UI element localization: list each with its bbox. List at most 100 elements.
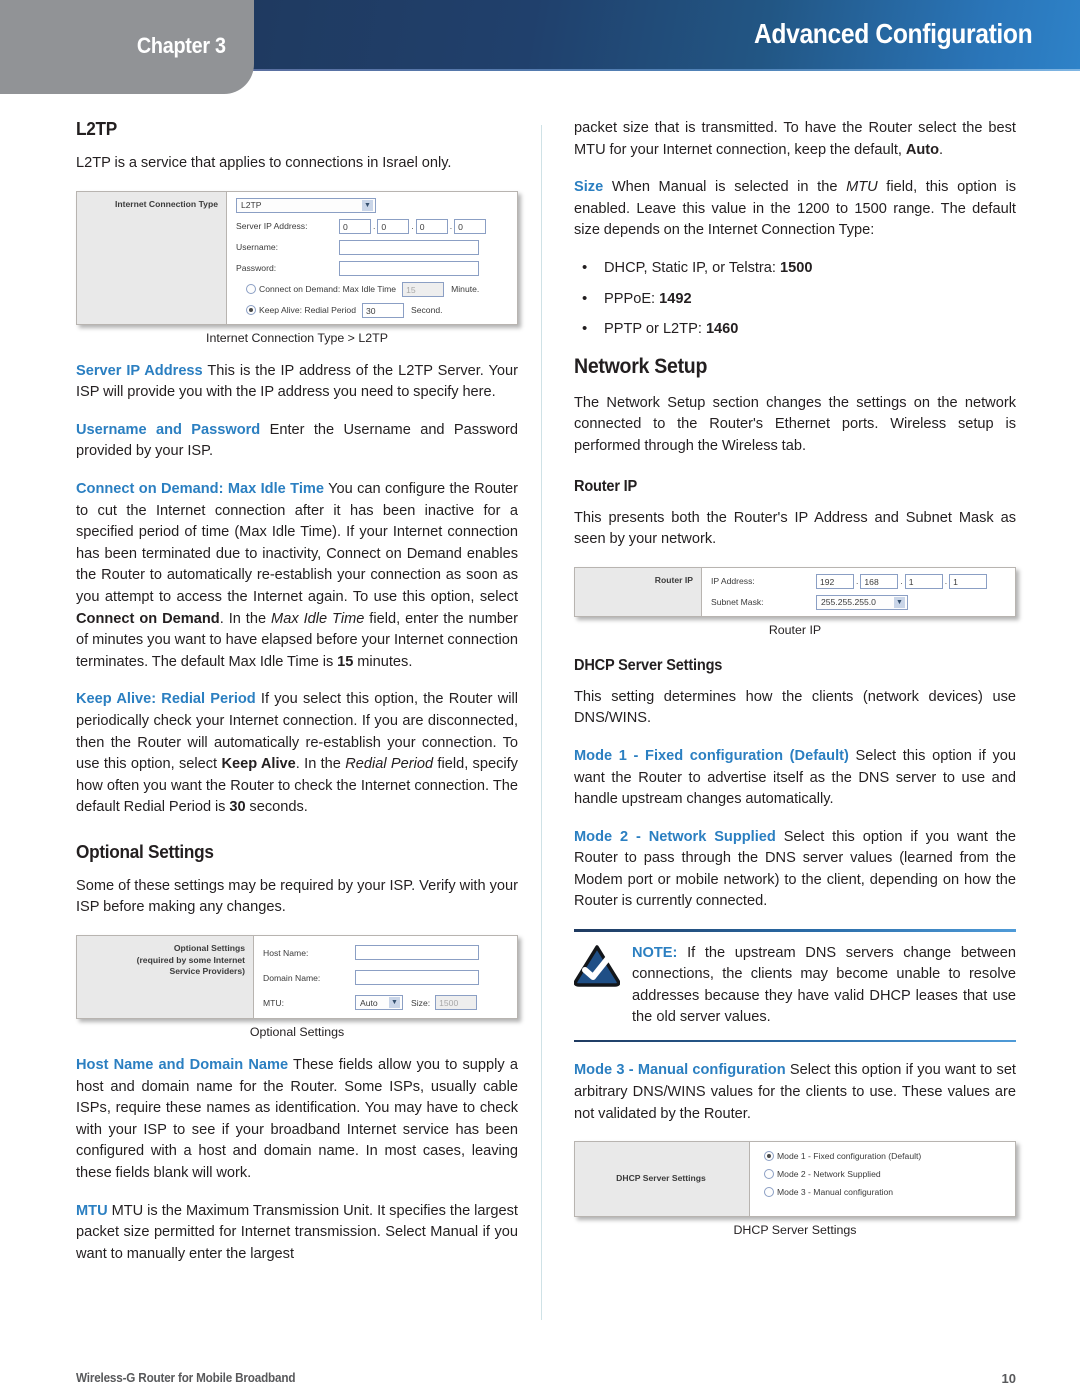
caption-l2tp: Internet Connection Type > L2TP [206,330,388,345]
bold-default-idle: 15 [337,653,354,670]
mtu-value: Auto [360,997,378,1008]
keep-alive-radio[interactable] [246,305,256,316]
caption-dhcp-server-settings: DHCP Server Settings [733,1223,857,1238]
size-input[interactable]: 1500 [435,995,478,1011]
note-keyword: NOTE: [632,944,678,961]
l2tp-panel-label-cell: Internet Connection Type [77,191,227,324]
connect-on-demand-label: Connect on Demand: Max Idle Time [259,284,397,295]
lead-mode3: Mode 3 - Manual configuration [574,1062,786,1079]
paragraph-server-ip: Server IP Address This is the IP address… [76,361,518,404]
paragraph-optional-intro: Some of these settings may be required b… [76,877,518,916]
server-ip-octet-4[interactable]: 0 [454,218,487,234]
paragraph-network-setup-intro: The Network Setup section changes the se… [574,394,1016,454]
dhcp-panel-label: DHCP Server Settings [616,1173,706,1184]
server-ip-octet-1[interactable]: 0 [339,218,371,234]
optional-panel-label-line1: Optional Settings [173,943,245,954]
note-text: NOTE: If the upstream DNS servers change… [632,943,1016,1029]
chapter-tab: Chapter 3 [0,0,254,94]
paragraph-username-password: Username and Password Enter the Username… [76,420,518,463]
bold-keep-alive: Keep Alive [221,756,296,773]
host-name-row: Host Name: [263,945,509,961]
heading-network-setup: Network Setup [574,354,708,378]
mtu-row: MTU: Auto ▼ Size: 1500 [263,995,509,1011]
bold-default-redial: 30 [229,799,246,816]
caption-optional-settings: Optional Settings [249,1025,345,1040]
mode-1-radio[interactable] [764,1151,774,1162]
max-idle-time-unit: Minute. [451,284,480,295]
heading-optional-settings: Optional Settings [76,840,214,862]
screenshot-dhcp-server-settings: DHCP Server Settings Mode 1 - Fixed conf… [574,1141,1016,1218]
server-ip-octet-3[interactable]: 0 [415,218,448,234]
optional-panel-label-line3: Service Providers) [169,966,245,977]
server-ip-label: Server IP Address: [236,221,308,232]
password-label: Password: [236,263,277,274]
mode-3-label: Mode 3 - Manual configuration [777,1187,894,1198]
lead-size: Size [574,179,604,196]
connect-on-demand-radio[interactable] [246,284,256,295]
text-cont-2: . [939,141,944,158]
router-ip-octet-1[interactable]: 192 [816,573,854,589]
username-input[interactable] [339,239,479,255]
column-divider [541,125,542,1320]
size-label: Size: [411,997,431,1008]
right-column: packet size that is transmitted. To have… [573,118,1016,1253]
lead-server-ip: Server IP Address [76,362,203,379]
dhcp-options: Mode 1 - Fixed configuration (Default) M… [750,1142,1015,1217]
bold-connect-on-demand: Connect on Demand [76,610,220,627]
list-item: PPTP or L2TP: 1460 [574,318,1016,341]
italic-max-idle-time: Max Idle Time [271,610,365,627]
paragraph-keep-alive: Keep Alive: Redial Period If you select … [76,689,518,819]
footer-page-number: 10 [1001,1371,1016,1386]
page-title: Advanced Configuration [753,18,1033,49]
note-rule-bottom [574,1039,1016,1043]
ip-separator-1: . [373,221,376,232]
text-mtu: MTU is the Maximum Transmission Unit. It… [76,1202,518,1262]
paragraph-host-domain-name: Host Name and Domain Name These fields a… [76,1055,518,1185]
text-size-1: When Manual is selected in the [603,179,847,196]
subnet-mask-select[interactable]: 255.255.255.0 ▼ [816,594,908,610]
redial-period-unit: Second. [410,305,443,316]
footer-product-name: Wireless-G Router for Mobile Broadband [76,1371,296,1385]
connection-type-select[interactable]: L2TP ▼ [236,197,376,213]
host-name-input[interactable] [355,945,479,961]
keep-alive-row: Keep Alive: Redial Period 30 Second. [236,302,509,318]
ip-separator-2: . [900,576,903,587]
list-item: DHCP, Static IP, or Telstra: 1500 [574,257,1016,280]
dhcp-option-row: Mode 1 - Fixed configuration (Default) [764,1151,1007,1162]
username-label: Username: [236,242,279,253]
heading-l2tp: L2TP [76,118,117,139]
mtu-select[interactable]: Auto ▼ [355,995,403,1011]
l2tp-panel-label: Internet Connection Type [115,198,218,209]
router-ip-octet-2[interactable]: 168 [860,573,899,589]
bullet-value-1: 1500 [780,259,813,276]
l2tp-connection-type-row: L2TP ▼ [236,197,509,213]
max-idle-time-input[interactable]: 15 [402,281,445,297]
mode-2-radio[interactable] [764,1169,774,1180]
screenshot-router-ip: Router IP IP Address: 192 . 168 . 1 . 1 … [574,566,1016,617]
text-cod-4: minutes. [353,653,413,670]
domain-name-row: Domain Name: [263,970,509,986]
optional-panel-label: Optional Settings (required by some Inte… [137,943,245,978]
bullet-value-2: 1492 [659,290,692,307]
figure-dhcp-server-settings: DHCP Server Settings Mode 1 - Fixed conf… [574,1141,1016,1237]
document-page: Advanced Configuration Chapter 3 L2TP L2… [0,0,1080,1397]
optional-panel-label-cell: Optional Settings (required by some Inte… [77,936,254,1019]
mode-3-radio[interactable] [764,1187,774,1198]
text-cod-1: You can configure the Router to cut the … [76,480,518,605]
bullet-text-3: PPTP or L2TP: [604,321,706,338]
redial-period-input[interactable]: 30 [361,302,404,318]
header-banner-underline [248,69,1080,71]
username-row: Username: [236,239,509,255]
domain-name-input[interactable] [355,970,479,986]
figure-router-ip: Router IP IP Address: 192 . 168 . 1 . 1 … [574,566,1016,637]
router-ip-octet-3[interactable]: 1 [904,573,943,589]
password-input[interactable] [339,260,479,276]
ip-separator-3: . [449,221,453,232]
subnet-mask-row: Subnet Mask: 255.255.255.0 ▼ [711,594,1007,610]
router-ip-octet-4[interactable]: 1 [949,573,988,589]
heading-router-ip: Router IP [574,477,638,495]
server-ip-octet-2[interactable]: 0 [377,218,410,234]
connect-on-demand-row: Connect on Demand: Max Idle Time 15 Minu… [236,281,509,297]
optional-fields: Host Name: Domain Name: MTU: Auto ▼ Size [254,936,517,1019]
figure-l2tp: Internet Connection Type L2TP ▼ Server I… [76,190,518,345]
